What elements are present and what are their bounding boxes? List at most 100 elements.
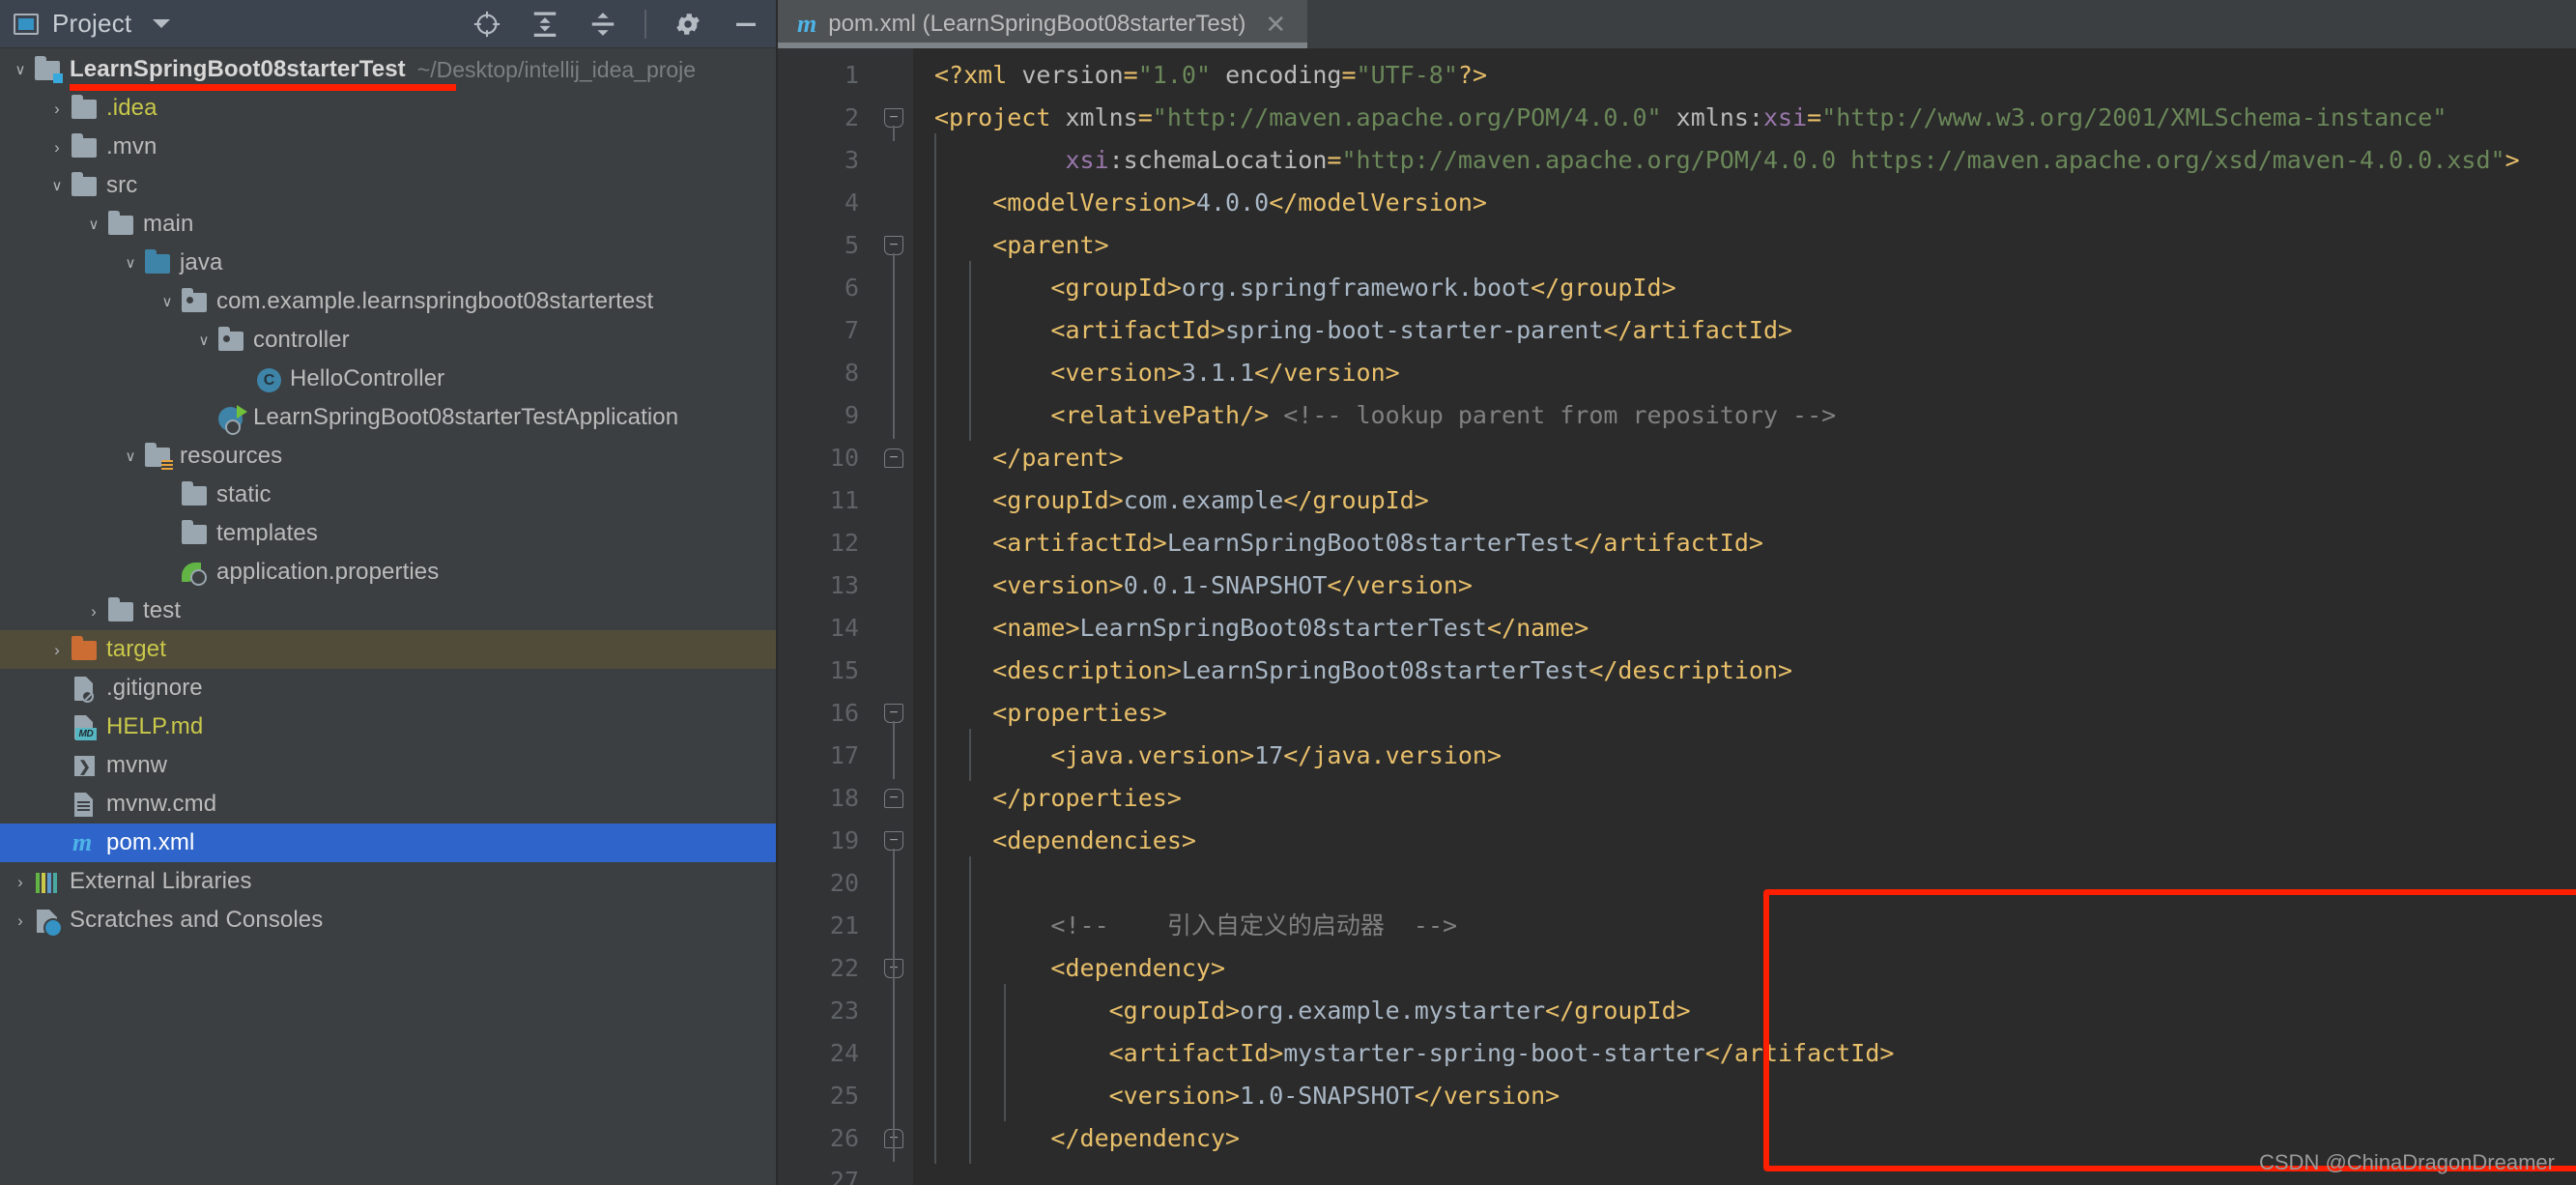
tree-row-gitignore[interactable]: .gitignore <box>0 669 776 708</box>
indent-guide <box>969 261 971 441</box>
code-content[interactable]: <?xml version="1.0" encoding="UTF-8"?><p… <box>913 48 2576 1185</box>
tree-row-templates[interactable]: templates <box>0 514 776 553</box>
tree-row-main[interactable]: ∨main <box>0 205 776 244</box>
tree-row-com-example-learnspringboot08startertest[interactable]: ∨com.example.learnspringboot08startertes… <box>0 282 776 321</box>
cmd-script-icon <box>70 792 99 817</box>
code-line[interactable]: <name>LearnSpringBoot08starterTest</name… <box>934 607 2576 650</box>
project-panel-title-group[interactable]: Project <box>14 9 170 39</box>
code-line[interactable]: <version>3.1.1</version> <box>934 352 2576 394</box>
code-line[interactable]: <version>0.0.1-SNAPSHOT</version> <box>934 564 2576 607</box>
code-line[interactable]: <dependencies> <box>934 820 2576 862</box>
code-line[interactable]: <description>LearnSpringBoot08starterTes… <box>934 650 2576 692</box>
code-line[interactable]: <project xmlns="http://maven.apache.org/… <box>934 97 2576 139</box>
tree-row-label: HelloController <box>290 365 444 392</box>
code-line[interactable]: <modelVersion>4.0.0</modelVersion> <box>934 182 2576 224</box>
chevron-down-icon[interactable]: ∨ <box>118 244 143 282</box>
code-line[interactable]: <groupId>org.example.mystarter</groupId> <box>934 990 2576 1032</box>
tree-row-idea[interactable]: ›.idea <box>0 89 776 128</box>
code-line[interactable]: <dependency> <box>934 947 2576 990</box>
tree-row-mvn[interactable]: ›.mvn <box>0 128 776 166</box>
chevron-right-icon[interactable]: › <box>44 128 70 166</box>
code-line[interactable]: <?xml version="1.0" encoding="UTF-8"?> <box>934 54 2576 97</box>
tree-row-pom-xml[interactable]: m pom.xml <box>0 824 776 862</box>
chevron-right-icon[interactable]: › <box>8 862 33 901</box>
fold-spacer <box>874 1160 913 1185</box>
code-line[interactable]: <artifactId>spring-boot-starter-parent</… <box>934 309 2576 352</box>
chevron-down-icon[interactable]: ∨ <box>155 282 180 321</box>
tree-row-scratches-and-consoles[interactable]: ›Scratches and Consoles <box>0 901 776 939</box>
tree-row-mvnw[interactable]: ❯mvnw <box>0 746 776 785</box>
chevron-down-icon[interactable]: ∨ <box>8 50 33 89</box>
chevron-down-icon[interactable] <box>153 19 170 28</box>
code-line[interactable]: <java.version>17</java.version> <box>934 735 2576 777</box>
chevron-down-icon[interactable]: ∨ <box>81 205 106 244</box>
code-line[interactable]: <!-- 引入自定义的启动器 --> <box>934 905 2576 947</box>
line-number: 12 <box>778 522 874 564</box>
project-panel-toolbar <box>471 8 762 41</box>
code-line[interactable] <box>934 862 2576 905</box>
folder-icon <box>70 173 99 198</box>
indent-guide <box>1004 984 1006 1121</box>
code-line[interactable]: <relativePath/> <!-- lookup parent from … <box>934 394 2576 437</box>
project-tree: ∨LearnSpringBoot08starterTest~/Desktop/i… <box>0 48 776 939</box>
fold-region-line <box>893 253 895 439</box>
tree-row-label: External Libraries <box>70 868 252 895</box>
tab-pom-xml[interactable]: m pom.xml (LearnSpringBoot08starterTest)… <box>778 0 1307 48</box>
code-line[interactable]: <properties> <box>934 692 2576 735</box>
fold-spacer <box>874 182 913 224</box>
tree-row-help-md[interactable]: MDHELP.md <box>0 708 776 746</box>
tree-row-hellocontroller[interactable]: C HelloController <box>0 360 776 398</box>
tree-row-external-libraries[interactable]: › External Libraries <box>0 862 776 901</box>
code-line[interactable]: xsi:schemaLocation="http://maven.apache.… <box>934 139 2576 182</box>
line-number: 26 <box>778 1117 874 1160</box>
line-number: 5 <box>778 224 874 267</box>
tree-row-static[interactable]: static <box>0 476 776 514</box>
code-line[interactable]: <version>1.0-SNAPSHOT</version> <box>934 1075 2576 1117</box>
fold-end-icon[interactable]: − <box>874 777 913 820</box>
code-folding-gutter[interactable]: −−−−−−−− <box>874 48 913 1185</box>
fold-spacer <box>874 54 913 97</box>
tree-row-target[interactable]: ›target <box>0 630 776 669</box>
chevron-right-icon[interactable]: › <box>44 630 70 669</box>
chevron-right-icon[interactable]: › <box>81 592 106 630</box>
java-class-icon: C <box>253 366 282 391</box>
settings-gear-icon[interactable] <box>672 8 704 41</box>
code-line[interactable]: </properties> <box>934 777 2576 820</box>
chevron-down-icon[interactable]: ∨ <box>191 321 216 360</box>
collapse-all-icon[interactable] <box>587 8 619 41</box>
line-number: 10 <box>778 437 874 479</box>
fold-spacer <box>874 479 913 522</box>
tree-row-label: pom.xml <box>106 829 194 856</box>
expand-all-icon[interactable] <box>529 8 561 41</box>
tree-row-test[interactable]: ›test <box>0 592 776 630</box>
project-tree-scroll[interactable]: ∨LearnSpringBoot08starterTest~/Desktop/i… <box>0 48 776 1185</box>
chevron-right-icon[interactable]: › <box>44 89 70 128</box>
tree-row-learnspringboot08startertestapplication[interactable]: LearnSpringBoot08starterTestApplication <box>0 398 776 437</box>
tree-row-learnspringboot08startertest[interactable]: ∨LearnSpringBoot08starterTest~/Desktop/i… <box>0 50 776 89</box>
fold-end-icon[interactable]: − <box>874 437 913 479</box>
fold-spacer <box>874 139 913 182</box>
code-line[interactable]: <artifactId>LearnSpringBoot08starterTest… <box>934 522 2576 564</box>
tree-row-java[interactable]: ∨java <box>0 244 776 282</box>
chevron-down-icon[interactable]: ∨ <box>44 166 70 205</box>
tree-row-application-properties[interactable]: application.properties <box>0 553 776 592</box>
code-line[interactable]: <artifactId>mystarter-spring-boot-starte… <box>934 1032 2576 1075</box>
project-tool-window: Project <box>0 0 778 1185</box>
tree-row-src[interactable]: ∨src <box>0 166 776 205</box>
locate-icon[interactable] <box>471 8 503 41</box>
code-line[interactable]: <groupId>org.springframework.boot</group… <box>934 267 2576 309</box>
chevron-down-icon[interactable]: ∨ <box>118 437 143 476</box>
fold-spacer <box>874 607 913 650</box>
minimize-icon[interactable] <box>730 8 762 41</box>
line-number: 6 <box>778 267 874 309</box>
code-editor[interactable]: 1234567891011121314151617181920212223242… <box>778 48 2576 1185</box>
tree-row-controller[interactable]: ∨controller <box>0 321 776 360</box>
maven-file-icon: m <box>70 830 99 855</box>
chevron-right-icon[interactable]: › <box>8 901 33 939</box>
tree-row-mvnw-cmd[interactable]: mvnw.cmd <box>0 785 776 824</box>
close-icon[interactable]: ✕ <box>1265 12 1286 37</box>
code-line[interactable]: </parent> <box>934 437 2576 479</box>
tree-row-resources[interactable]: ∨resources <box>0 437 776 476</box>
code-line[interactable]: <parent> <box>934 224 2576 267</box>
code-line[interactable]: <groupId>com.example</groupId> <box>934 479 2576 522</box>
